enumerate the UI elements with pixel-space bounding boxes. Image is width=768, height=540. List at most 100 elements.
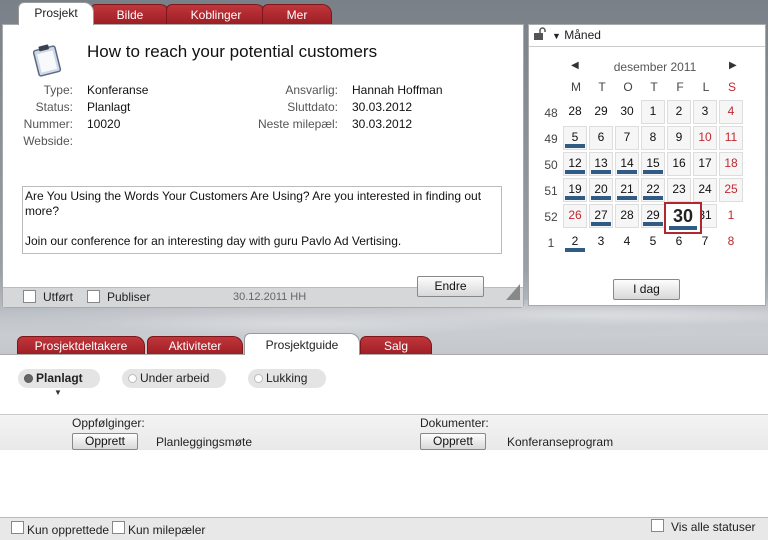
lock-open-icon[interactable] — [533, 27, 547, 41]
calendar-day[interactable]: 3 — [589, 230, 613, 254]
calendar-day[interactable]: 4 — [615, 230, 639, 254]
calendar-day[interactable]: 20 — [589, 178, 613, 202]
calendar-day[interactable]: 14 — [615, 152, 639, 176]
clipboard-icon — [32, 44, 62, 77]
week-number: 49 — [544, 132, 558, 146]
event-marker — [669, 226, 697, 230]
only-created-label: Kun opprettede — [27, 523, 110, 537]
calendar-day-number: 17 — [698, 156, 712, 170]
prev-month-icon[interactable]: ◀ — [571, 60, 579, 71]
calendar-day-number: 24 — [698, 182, 712, 196]
calendar-day[interactable]: 4 — [719, 100, 743, 124]
calendar-day[interactable]: 3 — [693, 100, 717, 124]
next-month-icon[interactable]: ▶ — [729, 60, 737, 71]
calendar-day-number: 16 — [672, 156, 686, 170]
calendar-day[interactable]: 12 — [563, 152, 587, 176]
calendar-day[interactable]: 24 — [693, 178, 717, 202]
stage-under-arbeid[interactable]: Under arbeid — [122, 369, 226, 388]
next-milestone-value: 30.03.2012 — [352, 117, 413, 131]
tab-salg[interactable]: Salg — [360, 336, 432, 355]
calendar-day[interactable]: 18 — [719, 152, 743, 176]
calendar-day[interactable]: 16 — [667, 152, 691, 176]
only-milestones-checkbox[interactable] — [112, 521, 125, 534]
event-marker — [565, 196, 585, 200]
event-marker — [591, 222, 611, 226]
tab-bilde[interactable]: Bilde — [90, 4, 170, 24]
view-selector[interactable]: ▼ Måned — [552, 28, 601, 42]
resize-handle[interactable] — [506, 284, 520, 300]
show-all-checkbox[interactable] — [651, 519, 664, 532]
calendar-day[interactable]: 26 — [563, 204, 587, 228]
calendar-day[interactable]: 2 — [667, 100, 691, 124]
calendar-day-number: 28 — [568, 104, 582, 118]
calendar-day[interactable]: 5 — [641, 230, 665, 254]
calendar-day-number: 29 — [646, 208, 660, 222]
calendar-day[interactable]: 19 — [563, 178, 587, 202]
calendar-day[interactable]: 9 — [667, 126, 691, 150]
calendar-day[interactable]: 7 — [615, 126, 639, 150]
tab-prosjektguide[interactable]: Prosjektguide — [244, 333, 360, 355]
calendar-day[interactable]: 28 — [615, 204, 639, 228]
calendar-day[interactable]: 25 — [719, 178, 743, 202]
today-date-cell[interactable]: 30 — [664, 202, 702, 234]
status-value: Planlagt — [87, 100, 131, 114]
end-date-value: 30.03.2012 — [352, 100, 413, 114]
edit-button[interactable]: Endre — [417, 276, 484, 297]
description-paragraph: Are You Using the Words Your Customers A… — [25, 189, 482, 218]
calendar-day-number: 12 — [568, 156, 582, 170]
weekday-header: T — [598, 80, 606, 94]
calendar-day[interactable]: 17 — [693, 152, 717, 176]
done-checkbox[interactable] — [23, 290, 36, 303]
calendar-day[interactable]: 8 — [719, 230, 743, 254]
only-created-checkbox[interactable] — [11, 521, 24, 534]
tab-prosjekt[interactable]: Prosjekt — [18, 2, 94, 25]
responsible-value: Hannah Hoffman — [352, 83, 443, 97]
event-marker — [643, 222, 663, 226]
calendar-day[interactable]: 10 — [693, 126, 717, 150]
create-followup-button[interactable]: Opprett — [72, 433, 138, 450]
calendar-day[interactable]: 28 — [563, 100, 587, 124]
stage-planlagt[interactable]: Planlagt — [18, 369, 100, 388]
calendar-day-number: 6 — [597, 130, 605, 144]
top-tab-bar: Prosjekt Bilde Koblinger Mer — [0, 0, 525, 25]
calendar-day[interactable]: 6 — [589, 126, 613, 150]
calendar-day-number: 8 — [649, 130, 657, 144]
tab-mer[interactable]: Mer — [262, 4, 332, 24]
calendar-day-number: 11 — [724, 130, 738, 144]
calendar-day[interactable]: 29 — [641, 204, 665, 228]
calendar-day[interactable]: 21 — [615, 178, 639, 202]
calendar-day[interactable]: 29 — [589, 100, 613, 124]
tab-aktiviteter[interactable]: Aktiviteter — [147, 336, 243, 355]
calendar-day[interactable]: 15 — [641, 152, 665, 176]
done-label: Utført — [43, 290, 73, 304]
followup-item[interactable]: Planleggingsmøte — [156, 435, 252, 449]
calendar-day[interactable]: 8 — [641, 126, 665, 150]
calendar-day-number: 18 — [724, 156, 738, 170]
calendar-day-number: 29 — [594, 104, 608, 118]
calendar-day[interactable]: 11 — [719, 126, 743, 150]
stage-lukking[interactable]: Lukking — [248, 369, 326, 388]
tab-koblinger[interactable]: Koblinger — [166, 4, 266, 24]
calendar-day-number: 1 — [727, 208, 735, 222]
calendar-day[interactable]: 1 — [641, 100, 665, 124]
calendar-day-number: 7 — [701, 234, 709, 248]
weekday-header: O — [623, 80, 633, 94]
calendar-day[interactable]: 30 — [615, 100, 639, 124]
status-label: Status: — [35, 100, 73, 114]
calendar-day[interactable]: 13 — [589, 152, 613, 176]
today-button[interactable]: I dag — [613, 279, 680, 300]
type-value: Konferanse — [87, 83, 149, 97]
only-milestones-label: Kun milepæler — [128, 523, 206, 537]
calendar-day[interactable]: 22 — [641, 178, 665, 202]
document-item[interactable]: Konferanseprogram — [507, 435, 613, 449]
calendar-day[interactable]: 23 — [667, 178, 691, 202]
calendar-day[interactable]: 27 — [589, 204, 613, 228]
calendar-day[interactable]: 1 — [719, 204, 743, 228]
calendar-day[interactable]: 2 — [563, 230, 587, 254]
publish-checkbox[interactable] — [87, 290, 100, 303]
calendar-day[interactable]: 5 — [563, 126, 587, 150]
project-description[interactable]: Are You Using the Words Your Customers A… — [22, 186, 502, 254]
create-document-button[interactable]: Opprett — [420, 433, 486, 450]
end-date-label: Sluttdato: — [287, 100, 338, 114]
tab-prosjektdeltakere[interactable]: Prosjektdeltakere — [17, 336, 145, 355]
